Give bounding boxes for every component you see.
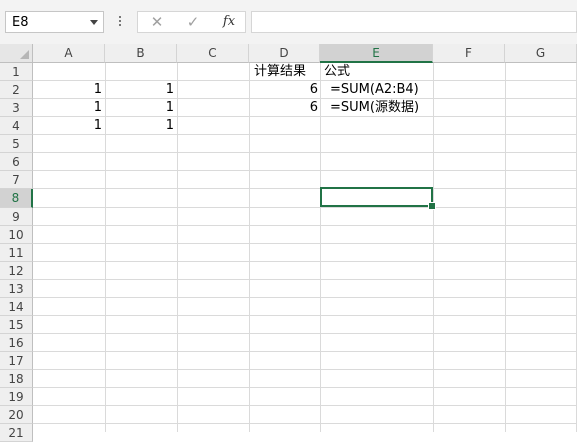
formula-buttons: ✕ ✓ fx	[137, 11, 246, 33]
cell-b3[interactable]: 1	[105, 99, 174, 116]
cell-a2[interactable]: 1	[33, 81, 102, 98]
gridline	[33, 188, 577, 189]
formula-input[interactable]	[251, 11, 577, 33]
column-header-b[interactable]: B	[105, 44, 177, 63]
row-header-5[interactable]: 5	[0, 135, 33, 153]
gridline	[33, 423, 577, 424]
column-header-a[interactable]: A	[33, 44, 105, 63]
row-header-13[interactable]: 13	[0, 280, 33, 298]
gridline	[320, 63, 321, 432]
gridline	[33, 333, 577, 334]
column-header-g[interactable]: G	[505, 44, 577, 63]
row-header-1[interactable]: 1	[0, 63, 33, 81]
gridline	[505, 63, 506, 432]
row-header-2[interactable]: 2	[0, 81, 33, 99]
column-header-c[interactable]: C	[177, 44, 249, 63]
gridline	[33, 315, 577, 316]
cell-b4[interactable]: 1	[105, 117, 174, 134]
gridline	[33, 207, 577, 208]
gridline	[177, 63, 178, 432]
row-header-19[interactable]: 19	[0, 388, 33, 406]
row-header-7[interactable]: 7	[0, 171, 33, 189]
gridline	[33, 369, 577, 370]
cell-grid[interactable]: 计算结果 公式 1 1 6 =SUM(A2:B4) 1 1 6 =SUM(源数据…	[33, 63, 577, 432]
cell-e3[interactable]: =SUM(源数据)	[330, 99, 432, 116]
row-header-15[interactable]: 15	[0, 316, 33, 334]
gridline	[33, 170, 577, 171]
gridline	[33, 297, 577, 298]
column-header-d[interactable]: D	[249, 44, 320, 63]
formula-bar-area: E8 ✕ ✓ fx	[0, 0, 577, 44]
gridline	[433, 63, 434, 432]
cell-d1[interactable]: 计算结果	[254, 63, 320, 80]
cell-e2[interactable]: =SUM(A2:B4)	[330, 81, 432, 98]
enter-check-icon[interactable]: ✓	[178, 12, 208, 32]
gridline	[33, 261, 577, 262]
gridline	[33, 225, 577, 226]
select-all-triangle-icon	[20, 50, 29, 59]
cell-e1[interactable]: 公式	[324, 63, 432, 80]
row-header-3[interactable]: 3	[0, 99, 33, 117]
cancel-icon[interactable]: ✕	[142, 12, 172, 32]
row-header-18[interactable]: 18	[0, 370, 33, 388]
gridline	[33, 152, 577, 153]
name-box[interactable]: E8	[5, 11, 104, 33]
cell-d2[interactable]: 6	[249, 81, 318, 98]
name-box-value: E8	[12, 15, 29, 30]
insert-function-icon[interactable]: fx	[214, 12, 244, 32]
row-header-12[interactable]: 12	[0, 262, 33, 280]
row-header-9[interactable]: 9	[0, 208, 33, 226]
gridline	[33, 279, 577, 280]
row-header-17[interactable]: 17	[0, 352, 33, 370]
column-header-f[interactable]: F	[433, 44, 505, 63]
gridline	[33, 134, 577, 135]
more-options-icon[interactable]	[117, 14, 123, 30]
row-header-10[interactable]: 10	[0, 226, 33, 244]
gridline	[33, 351, 577, 352]
cell-b2[interactable]: 1	[105, 81, 174, 98]
row-header-14[interactable]: 14	[0, 298, 33, 316]
cell-a4[interactable]: 1	[33, 117, 102, 134]
row-header-11[interactable]: 11	[0, 244, 33, 262]
gridline	[249, 63, 250, 432]
row-header-6[interactable]: 6	[0, 153, 33, 171]
row-header-4[interactable]: 4	[0, 117, 33, 135]
select-all-button[interactable]	[0, 44, 33, 63]
cell-a3[interactable]: 1	[33, 99, 102, 116]
fill-handle[interactable]	[428, 202, 436, 210]
row-header-8[interactable]: 8	[0, 189, 33, 208]
gridline	[33, 243, 577, 244]
row-header-16[interactable]: 16	[0, 334, 33, 352]
column-header-e[interactable]: E	[320, 44, 433, 63]
active-cell-e8[interactable]	[320, 187, 433, 207]
row-header-20[interactable]: 20	[0, 406, 33, 424]
cell-d3[interactable]: 6	[249, 99, 318, 116]
gridline	[33, 387, 577, 388]
chevron-down-icon[interactable]	[90, 20, 98, 25]
gridline	[33, 405, 577, 406]
row-header-21[interactable]: 21	[0, 424, 33, 442]
